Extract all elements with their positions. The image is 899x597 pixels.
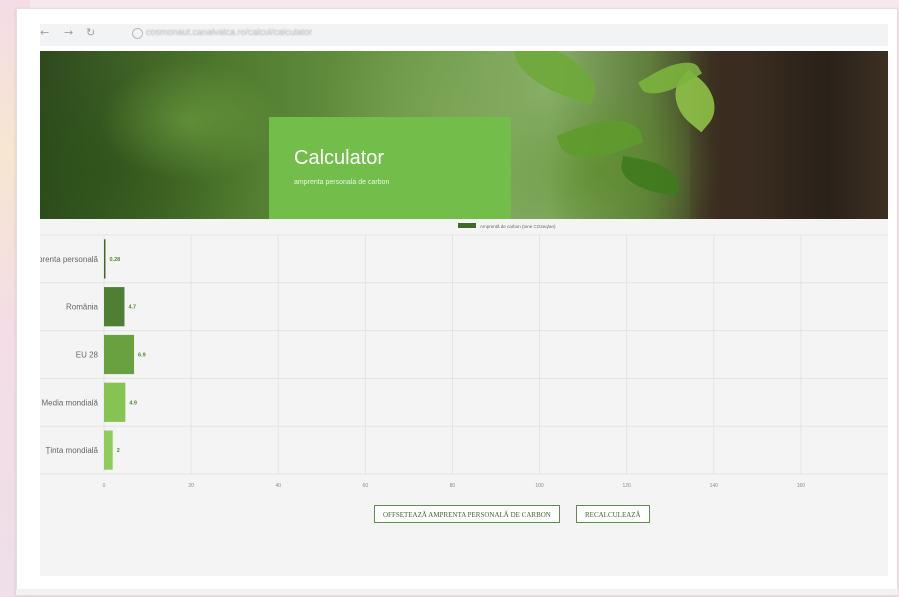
- chart-bar: [104, 382, 126, 422]
- hero-banner: Calculator amprenta personala de carbon: [40, 51, 888, 219]
- site-info-icon[interactable]: [132, 28, 143, 39]
- recalculate-button[interactable]: RECALCULEAZĂ: [576, 505, 650, 523]
- legend-label: Amprentă de carbon (tone CO2eq/an): [480, 224, 556, 229]
- x-tick-label: 160: [797, 483, 806, 489]
- carbon-chart: Amprentă de carbon (tone CO2eq/an) 0 20 40 6…: [40, 219, 888, 489]
- x-tick-label: 60: [363, 483, 369, 489]
- reload-icon[interactable]: ↻: [86, 26, 95, 39]
- x-tick-label: 80: [450, 483, 456, 489]
- forward-icon[interactable]: →: [64, 26, 73, 39]
- category-label: România: [66, 303, 99, 312]
- x-tick-label: 0: [103, 483, 106, 489]
- chart-bar: [104, 239, 106, 279]
- chart-bar: [104, 287, 125, 327]
- page-title: Calculator: [294, 147, 385, 169]
- back-icon[interactable]: ←: [40, 26, 49, 39]
- hero-title-box: Calculator amprenta personala de carbon: [269, 117, 511, 219]
- category-label: Ținta mondială: [46, 446, 99, 455]
- x-tick-label: 140: [710, 483, 719, 489]
- app-container: Calculator amprenta personala de carbon …: [40, 51, 888, 576]
- chart-bar: [104, 334, 135, 375]
- category-label: Amprenta personală: [40, 255, 99, 264]
- data-label: 4.9: [129, 400, 137, 406]
- category-label: Media mondială: [42, 398, 99, 407]
- chart-bar: [104, 430, 113, 470]
- chart-svg: Amprentă de carbon (tone CO2eq/an) 0 20 40 6…: [40, 223, 888, 489]
- x-tick-label: 120: [622, 483, 631, 489]
- tree-trunk-image: [690, 51, 888, 219]
- x-tick-label: 20: [188, 483, 194, 489]
- data-label: 0.28: [110, 257, 121, 263]
- data-label: 4.7: [128, 305, 136, 311]
- leaf-image: [505, 51, 605, 106]
- legend-swatch: [458, 223, 476, 228]
- url-text[interactable]: cosmonaut.canalvalca.ro/calcul/calculato…: [146, 27, 406, 41]
- address-bar[interactable]: ← → ↻ cosmonaut.canalvalca.ro/calcul/cal…: [40, 24, 888, 46]
- x-tick-label: 100: [535, 483, 544, 489]
- x-tick-label: 40: [275, 483, 281, 489]
- leaf-image: [617, 156, 683, 196]
- category-label: EU 28: [76, 351, 99, 360]
- offset-button[interactable]: OFFSETEAZĂ AMPRENTA PERSONALĂ DE CARBON: [374, 505, 560, 523]
- window-bottom-edge: [16, 589, 898, 595]
- page-subtitle: amprenta personala de carbon: [294, 179, 390, 186]
- data-label: 2: [117, 448, 120, 454]
- data-label: 6.9: [138, 353, 146, 359]
